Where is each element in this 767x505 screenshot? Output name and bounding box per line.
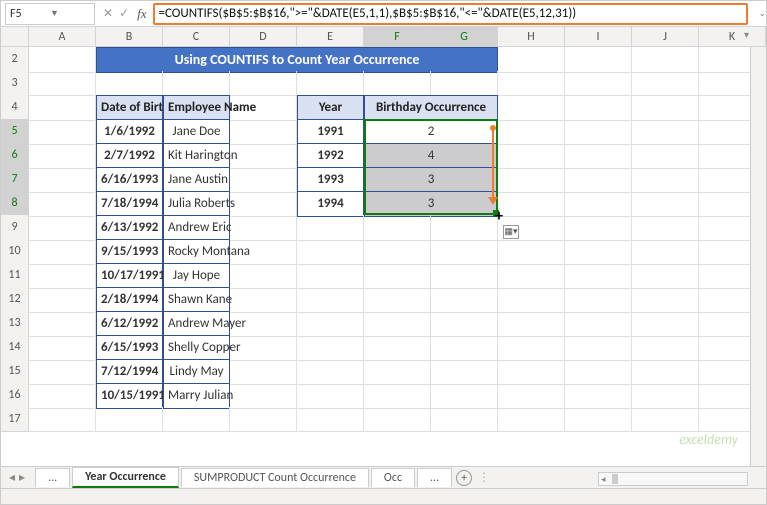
tab-ellipsis[interactable]: ... <box>35 468 70 487</box>
worksheet-grid[interactable]: 2 Using COUNTIFS to Count Year Occurrenc… <box>1 47 766 477</box>
col-header[interactable]: D <box>230 27 297 47</box>
cell-name[interactable]: Julia Roberts <box>163 191 230 217</box>
col-header[interactable]: G <box>431 27 498 47</box>
cell-year[interactable]: 1994 <box>297 191 364 217</box>
cell-dob[interactable]: 9/15/1993 <box>96 239 163 265</box>
row-header[interactable]: 15 <box>1 359 29 385</box>
tab-nav-prev-icon[interactable]: ▸ <box>19 470 25 485</box>
col-header[interactable]: I <box>565 27 632 47</box>
cell-name[interactable]: Jane Austin <box>163 167 230 193</box>
row-header[interactable]: 14 <box>1 335 29 361</box>
cell-dob[interactable]: 7/12/1994 <box>96 359 163 385</box>
cell-count[interactable]: 3 <box>364 167 498 193</box>
name-box-value: F5 <box>10 7 50 21</box>
chevron-down-icon[interactable]: ▼ <box>50 8 90 19</box>
scroll-left-icon[interactable]: ◂ <box>599 474 608 485</box>
col-header[interactable]: B <box>96 27 163 47</box>
cell-dob[interactable]: 1/6/1992 <box>96 119 163 145</box>
formula-expand-icon[interactable]: ⌄ <box>754 8 766 19</box>
cell-dob[interactable]: 6/16/1993 <box>96 167 163 193</box>
watermark: exceldemy <box>679 431 738 448</box>
row-header[interactable]: 13 <box>1 311 29 337</box>
tab-nav: ◂ ▸ <box>1 470 33 485</box>
cell-year[interactable]: 1992 <box>297 143 364 169</box>
tab-separator: ⋮ <box>478 470 490 485</box>
row-header[interactable]: 7 <box>1 167 29 193</box>
column-headers: A B C D E F G H I J K <box>1 27 766 47</box>
row-header[interactable]: 12 <box>1 287 29 313</box>
col-header[interactable]: F <box>364 27 431 47</box>
cell-dob[interactable]: 2/7/1992 <box>96 143 163 169</box>
header-year[interactable]: Year <box>297 95 364 121</box>
enter-icon[interactable]: ✓ <box>119 6 129 21</box>
cell-name[interactable]: Rocky Montana <box>163 239 230 265</box>
formula-text: =COUNTIFS($B$5:$B$16,">="&DATE(E5,1,1),$… <box>159 6 577 21</box>
cell-year[interactable]: 1991 <box>297 119 364 145</box>
cell-name[interactable]: Andrew Eric <box>163 215 230 241</box>
cell-count[interactable]: 3 <box>364 191 498 217</box>
title-cell[interactable]: Using COUNTIFS to Count Year Occurrence <box>96 47 498 73</box>
sheet-tab[interactable]: SUMPRODUCT Count Occurrence <box>181 468 369 487</box>
cell-count[interactable]: 4 <box>364 143 498 169</box>
cell-name[interactable]: Andrew Mayer <box>163 311 230 337</box>
cell-dob[interactable]: 6/15/1993 <box>96 335 163 361</box>
cell-dob[interactable]: 2/18/1994 <box>96 287 163 313</box>
header-name[interactable]: Employee Name <box>163 95 230 121</box>
col-header[interactable]: H <box>498 27 565 47</box>
cancel-icon[interactable]: ✕ <box>103 6 113 21</box>
formula-bar[interactable]: =COUNTIFS($B$5:$B$16,">="&DATE(E5,1,1),$… <box>153 3 749 25</box>
row-header[interactable]: 11 <box>1 263 29 289</box>
col-header[interactable]: K <box>699 27 766 47</box>
header-dob[interactable]: Date of Birth <box>96 95 163 121</box>
cell-name[interactable]: Kit Harington <box>163 143 230 169</box>
autofill-options-icon[interactable]: ▦▾ <box>503 225 519 239</box>
col-header[interactable]: J <box>632 27 699 47</box>
cell-dob[interactable]: 6/13/1992 <box>96 215 163 241</box>
row-header[interactable]: 6 <box>1 143 29 169</box>
header-occurrence[interactable]: Birthday Occurrence <box>364 95 498 121</box>
row-header[interactable]: 17 <box>1 407 29 432</box>
new-sheet-button[interactable]: + <box>456 470 472 486</box>
cell-year[interactable]: 1993 <box>297 167 364 193</box>
cell-name[interactable]: Shawn Kane <box>163 287 230 313</box>
col-header[interactable]: C <box>163 27 230 47</box>
fx-icon[interactable]: fx <box>133 6 150 22</box>
status-bar <box>1 488 766 504</box>
tab-ellipsis[interactable]: ... <box>417 468 452 487</box>
row-header[interactable]: 9 <box>1 215 29 241</box>
fill-cursor-icon: + <box>495 207 503 226</box>
row-header[interactable]: 10 <box>1 239 29 265</box>
cell-count[interactable]: 2 <box>364 119 498 145</box>
formula-bar-row: F5 ▼ ✕ ✓ fx =COUNTIFS($B$5:$B$16,">="&DA… <box>1 1 766 27</box>
cell-name[interactable]: Shelly Copper <box>163 335 230 361</box>
expand-columns-icon[interactable]: ▾ <box>744 28 749 41</box>
formula-cancel-enter: ✕ ✓ <box>99 6 133 21</box>
row-header[interactable]: 16 <box>1 383 29 409</box>
cell-name[interactable]: Jay Hope <box>163 263 230 289</box>
sheet-tab-active[interactable]: Year Occurrence <box>72 467 179 488</box>
col-header[interactable]: E <box>297 27 364 47</box>
row-header[interactable]: 4 <box>1 95 29 121</box>
annotation-arrow-line <box>492 129 494 199</box>
select-all-cell[interactable] <box>1 27 29 47</box>
cell-dob[interactable]: 6/12/1992 <box>96 311 163 337</box>
horizontal-scrollbar[interactable]: ◂ <box>598 472 748 486</box>
row-header[interactable]: 8 <box>1 191 29 217</box>
name-box[interactable]: F5 ▼ <box>5 3 95 25</box>
cell-dob[interactable]: 7/18/1994 <box>96 191 163 217</box>
cell-dob[interactable]: 10/15/1991 <box>96 383 163 409</box>
vertical-scrollbar[interactable] <box>750 47 766 466</box>
cell-name[interactable]: Lindy May <box>163 359 230 385</box>
row-header[interactable]: 5 <box>1 119 29 145</box>
cell-name[interactable]: Jane Doe <box>163 119 230 145</box>
row-header[interactable]: 3 <box>1 71 29 96</box>
row-header[interactable]: 2 <box>1 47 29 73</box>
col-header[interactable]: A <box>29 27 96 47</box>
sheet-tab[interactable]: Occ <box>371 468 415 487</box>
cell-name[interactable]: Marry Julian <box>163 383 230 409</box>
excel-window: F5 ▼ ✕ ✓ fx =COUNTIFS($B$5:$B$16,">="&DA… <box>0 0 767 505</box>
cell-dob[interactable]: 10/17/1991 <box>96 263 163 289</box>
annotation-arrow-head <box>488 197 498 205</box>
tab-nav-first-icon[interactable]: ◂ <box>9 470 15 485</box>
